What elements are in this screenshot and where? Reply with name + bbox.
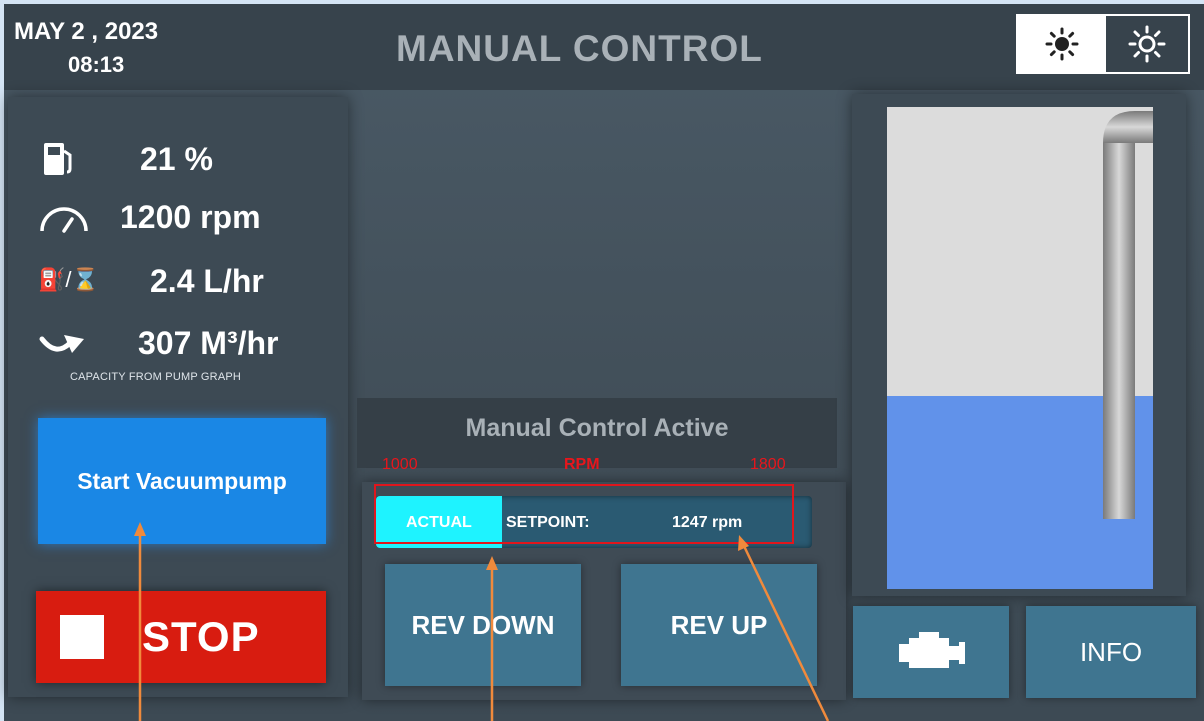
time-display: 08:13 <box>68 52 125 77</box>
stop-label: STOP <box>142 613 260 660</box>
rpm-min-label: 1000 <box>382 456 418 473</box>
rpm-unit-label: RPM <box>564 456 600 473</box>
gauge-icon <box>40 207 88 233</box>
stop-button[interactable]: STOP <box>36 591 326 683</box>
dark-theme-button[interactable] <box>1106 16 1188 72</box>
stop-icon <box>60 615 104 659</box>
sun-outline-icon <box>1128 25 1166 63</box>
rpm-annotation-box <box>374 484 794 544</box>
fuel-level-value: 21 % <box>140 141 213 177</box>
fuel-per-hour-icon: ⛽/⌛ <box>38 267 99 292</box>
rpm-max-label: 1800 <box>750 456 786 473</box>
sun-icon <box>1045 27 1079 61</box>
capacity-note: CAPACITY FROM PUMP GRAPH <box>70 371 242 383</box>
rev-down-button[interactable]: REV DOWN <box>385 564 581 686</box>
theme-toggle[interactable] <box>1016 14 1190 74</box>
rev-up-button[interactable]: REV UP <box>621 564 817 686</box>
tank-visual <box>887 107 1153 589</box>
start-vacuumpump-button[interactable]: Start Vacuumpump <box>38 418 326 544</box>
fuel-consumption-stat: ⛽/⌛ 2.4 L/hr <box>8 257 348 307</box>
fuel-level-stat: 21 % <box>8 135 348 185</box>
stats-panel: 21 % 1200 rpm ⛽/⌛ 2.4 L/hr 307 M³/hr CAP… <box>8 97 348 697</box>
info-button[interactable]: INFO <box>1026 606 1196 698</box>
flow-arrow-icon <box>39 335 84 353</box>
engine-speed-value: 1200 rpm <box>120 199 261 235</box>
engine-button[interactable] <box>853 606 1009 698</box>
flow-rate-value: 307 M³/hr <box>138 325 279 361</box>
suction-pipe <box>1103 111 1153 519</box>
fuel-consumption-value: 2.4 L/hr <box>150 263 264 299</box>
page-title: MANUAL CONTROL <box>396 28 763 69</box>
flow-rate-stat: 307 M³/hr <box>8 319 348 369</box>
engine-icon <box>899 632 965 668</box>
date-display: MAY 2 , 2023 <box>14 18 159 45</box>
fuel-pump-icon <box>44 143 72 175</box>
engine-speed-stat: 1200 rpm <box>8 193 348 243</box>
light-theme-button[interactable] <box>1018 16 1106 72</box>
